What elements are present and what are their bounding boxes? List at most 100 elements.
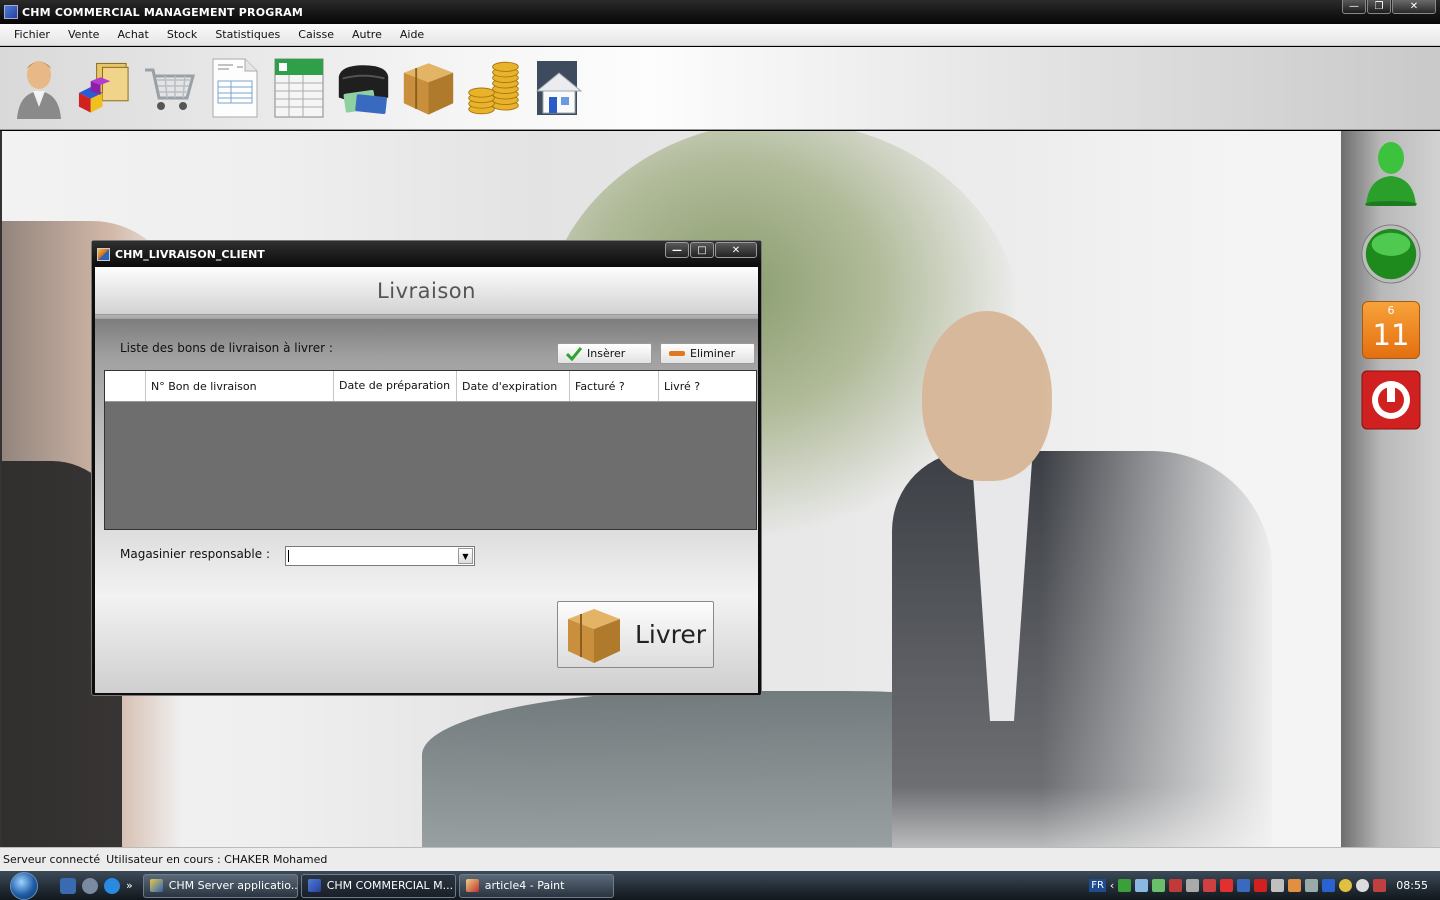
start-button[interactable] — [0, 871, 48, 900]
chevron-down-icon[interactable]: ▼ — [458, 548, 473, 564]
connection-status-button[interactable] — [1360, 223, 1422, 285]
businessman-head — [922, 311, 1052, 481]
server-status: Serveur connecté — [3, 853, 101, 866]
toolbar-spreadsheet-button[interactable] — [270, 56, 327, 120]
restore-button[interactable]: ❐ — [1367, 0, 1391, 14]
dialog-heading: Livraison — [377, 278, 476, 303]
task-paint[interactable]: article4 - Paint — [458, 873, 614, 898]
messenger-icon[interactable] — [1339, 879, 1353, 892]
deliver-button-label: Livrer — [635, 620, 707, 649]
connected-user-button[interactable] — [1360, 141, 1422, 206]
wallet-icon — [338, 65, 389, 115]
toolbar-cart-button[interactable] — [140, 56, 197, 120]
toolbar-coins-button[interactable] — [465, 56, 522, 120]
menu-stock[interactable]: Stock — [158, 28, 206, 41]
quick-launch: » — [60, 877, 133, 894]
menu-achat[interactable]: Achat — [108, 28, 157, 41]
close-button[interactable]: ✕ — [1392, 0, 1436, 14]
spreadsheet-icon — [274, 58, 323, 118]
media-player-icon[interactable] — [82, 877, 98, 894]
dialog-title: CHM_LIVRAISON_CLIENT — [115, 247, 265, 261]
task-chm-commercial[interactable]: CHM COMMERCIAL M... — [300, 873, 456, 898]
dialog-title-bar[interactable]: CHM_LIVRAISON_CLIENT — □ ✕ — [92, 241, 761, 267]
menu-fichier[interactable]: Fichier — [5, 28, 59, 41]
disconnected-icon[interactable] — [1169, 879, 1183, 892]
toolbar-box-button[interactable] — [400, 56, 457, 120]
chat-icon[interactable] — [1356, 879, 1370, 892]
menu-caisse[interactable]: Caisse — [289, 28, 343, 41]
home-icon — [535, 61, 582, 115]
shopping-cart-icon — [144, 68, 195, 110]
grid-header-preparation-date[interactable]: Date de préparation — [334, 371, 457, 401]
menu-bar: Fichier Vente Achat Stock Statistiques C… — [0, 24, 1440, 46]
internet-explorer-icon[interactable] — [104, 877, 120, 894]
network-icon[interactable] — [1118, 879, 1132, 892]
grid-header-delivered[interactable]: Livré ? — [659, 371, 756, 401]
cardboard-box-icon — [403, 63, 454, 115]
security-icon[interactable] — [1203, 879, 1217, 892]
dialog-minimize-button[interactable]: — — [665, 242, 689, 258]
app-title: CHM COMMERCIAL MANAGEMENT PROGRAM — [22, 5, 304, 19]
menu-aide[interactable]: Aide — [391, 28, 433, 41]
signal-icon[interactable] — [1135, 879, 1149, 892]
text-caret — [288, 550, 289, 562]
usb-icon[interactable] — [1271, 879, 1285, 892]
power-icon — [1361, 370, 1421, 430]
toolbar-user-button[interactable] — [10, 56, 67, 120]
printer-icon[interactable] — [1305, 879, 1319, 892]
minimize-button[interactable]: — — [1342, 0, 1366, 14]
calendar-button[interactable]: 6 11 — [1360, 299, 1422, 361]
gold-coins-icon — [468, 61, 519, 115]
clock[interactable]: 08:55 — [1396, 879, 1428, 892]
toolbar-home-button[interactable] — [530, 56, 587, 120]
paint-icon — [465, 879, 479, 892]
monitor-icon[interactable] — [1237, 879, 1251, 892]
toolbar-products-button[interactable] — [75, 56, 132, 120]
user-icon — [16, 61, 61, 119]
background-fade — [1041, 131, 1341, 847]
eliminate-button[interactable]: Eliminer — [660, 343, 755, 364]
ati-icon[interactable] — [1254, 879, 1268, 892]
menu-statistiques[interactable]: Statistiques — [206, 28, 289, 41]
menu-autre[interactable]: Autre — [343, 28, 391, 41]
green-light-icon — [1361, 224, 1421, 284]
wifi-icon[interactable] — [1152, 879, 1166, 892]
language-indicator[interactable]: FR — [1089, 879, 1106, 892]
windows-logo-icon — [10, 871, 38, 900]
calendar-icon: 6 11 — [1362, 301, 1420, 359]
right-panel: 6 11 — [1341, 131, 1440, 847]
toolbar-wallet-button[interactable] — [335, 56, 392, 120]
deliver-button[interactable]: Livrer — [557, 601, 714, 668]
dialog-close-button[interactable]: ✕ — [715, 242, 757, 258]
grid-header-invoiced[interactable]: Facturé ? — [570, 371, 659, 401]
device-icon[interactable] — [1186, 879, 1200, 892]
grid-header-delivery-number[interactable]: N° Bon de livraison — [146, 371, 334, 401]
eliminate-button-label: Eliminer — [690, 347, 736, 360]
delivery-notes-grid[interactable]: N° Bon de livraison Date de préparation … — [104, 370, 757, 530]
taskbar: » CHM Server applicatio... CHM COMMERCIA… — [0, 871, 1440, 900]
grid-header-selector — [105, 371, 146, 401]
insert-button-label: Insèrer — [587, 347, 626, 360]
storekeeper-select[interactable]: ▼ — [285, 546, 475, 566]
menu-vente[interactable]: Vente — [59, 28, 109, 41]
toolbar-invoice-button[interactable] — [205, 56, 262, 120]
insert-button[interactable]: Insèrer — [557, 343, 652, 364]
show-desktop-icon[interactable] — [60, 877, 76, 894]
status-bar: Serveur connecté Utilisateur en cours : … — [0, 847, 1440, 871]
dialog-maximize-button[interactable]: □ — [690, 242, 714, 258]
app-icon — [4, 5, 18, 19]
app-tray-icon[interactable] — [1288, 879, 1302, 892]
cardboard-box-icon — [568, 608, 620, 663]
bluetooth-icon[interactable] — [1322, 879, 1336, 892]
grid-header-expiration-date[interactable]: Date d'expiration — [457, 371, 570, 401]
window-controls: — ❐ ✕ — [1342, 0, 1436, 14]
task-label: CHM Server applicatio... — [168, 879, 298, 892]
chevron-right-icon[interactable]: » — [126, 879, 133, 892]
dialog-window-controls: — □ ✕ — [665, 242, 757, 258]
chevron-left-icon[interactable]: ‹ — [1110, 879, 1114, 892]
task-chm-server[interactable]: CHM Server applicatio... — [142, 873, 298, 898]
dialog-body: Livraison Liste des bons de livraison à … — [95, 267, 758, 693]
volume-icon[interactable] — [1373, 879, 1387, 892]
alert-icon[interactable] — [1220, 879, 1234, 892]
shutdown-button[interactable] — [1360, 369, 1422, 431]
